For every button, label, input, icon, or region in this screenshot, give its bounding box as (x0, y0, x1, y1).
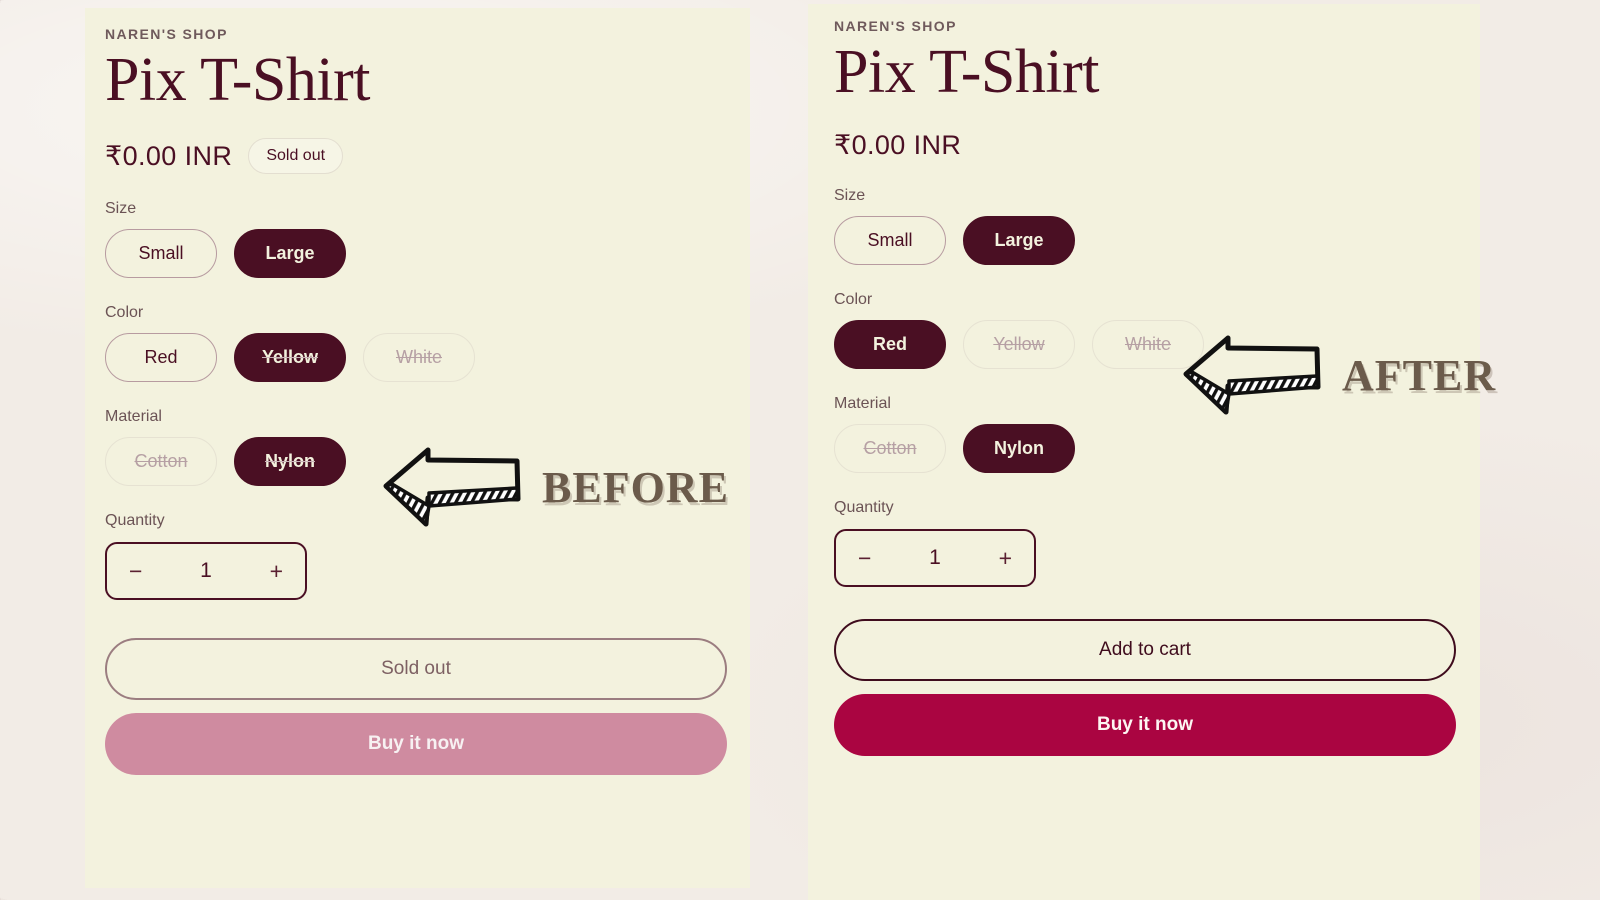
product-title: Pix T-Shirt (105, 46, 371, 114)
option-small[interactable]: Small (834, 216, 946, 266)
vendor-name: NAREN'S SHOP (105, 26, 228, 42)
arrow-left-hand-drawn-icon (383, 447, 521, 527)
option-large[interactable]: Large (963, 216, 1075, 266)
option-yellow[interactable]: Yellow (234, 333, 346, 383)
buy-it-now-button[interactable]: Buy it now (834, 694, 1456, 757)
option-group-size: Size Small Large (834, 187, 1480, 266)
quantity-value: 1 (200, 559, 212, 583)
plus-icon[interactable]: + (999, 546, 1012, 570)
annotation-after: AFTER (1182, 332, 1496, 418)
add-to-cart-button[interactable]: Add to cart (834, 619, 1456, 682)
option-group-color: Color Red Yellow White (105, 304, 750, 383)
product-price: ₹0.00 INR (105, 140, 233, 171)
product-card-after: NAREN'S SHOP Pix T-Shirt ₹0.00 INR Size … (808, 4, 1480, 900)
option-values-size: Small Large (105, 229, 750, 279)
product-price: ₹0.00 INR (834, 130, 962, 161)
option-red[interactable]: Red (834, 320, 946, 370)
buy-it-now-button[interactable]: Buy it now (105, 713, 727, 776)
option-nylon[interactable]: Nylon (234, 437, 346, 487)
quantity-value: 1 (929, 546, 941, 570)
quantity-stepper[interactable]: − 1 + (105, 542, 307, 601)
option-white[interactable]: White (363, 333, 475, 383)
annotation-label: AFTER (1342, 350, 1497, 400)
minus-icon[interactable]: − (129, 559, 142, 583)
product-title: Pix T-Shirt (834, 38, 1100, 106)
option-values-material: Cotton Nylon (834, 424, 1480, 474)
option-group-size: Size Small Large (105, 200, 750, 279)
option-nylon[interactable]: Nylon (963, 424, 1075, 474)
vendor-name: NAREN'S SHOP (834, 18, 957, 34)
option-red[interactable]: Red (105, 333, 217, 383)
option-label-material: Material (105, 408, 162, 426)
annotation-before: BEFORE (382, 444, 729, 530)
option-label-size: Size (834, 187, 866, 205)
price-row: ₹0.00 INR (834, 130, 1480, 161)
plus-icon[interactable]: + (270, 559, 283, 583)
annotation-label: BEFORE (542, 462, 729, 512)
option-large[interactable]: Large (234, 229, 346, 279)
minus-icon[interactable]: − (858, 546, 871, 570)
option-cotton[interactable]: Cotton (834, 424, 946, 474)
arrow-left-hand-drawn-icon (1183, 335, 1321, 415)
option-label-color: Color (834, 291, 873, 309)
option-values-size: Small Large (834, 216, 1480, 266)
option-yellow[interactable]: Yellow (963, 320, 1075, 370)
option-label-size: Size (105, 200, 137, 218)
add-to-cart-button[interactable]: Sold out (105, 638, 727, 701)
quantity-stepper[interactable]: − 1 + (834, 529, 1036, 588)
price-row: ₹0.00 INR Sold out (105, 138, 750, 175)
option-values-color: Red Yellow White (105, 333, 750, 383)
option-label-color: Color (105, 304, 144, 322)
status-badge: Sold out (248, 138, 344, 175)
option-small[interactable]: Small (105, 229, 217, 279)
option-cotton[interactable]: Cotton (105, 437, 217, 487)
quantity-label: Quantity (834, 499, 894, 517)
